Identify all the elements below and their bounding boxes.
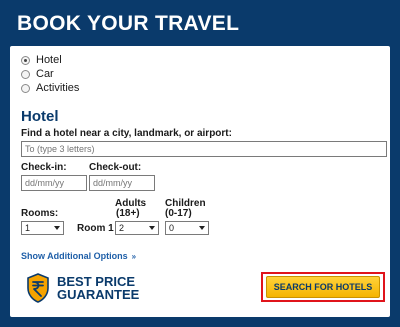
children-value: 0: [169, 223, 175, 233]
rooms-label: Rooms:: [21, 208, 59, 219]
location-input[interactable]: [21, 141, 387, 157]
children-dropdown-arrow-icon: [199, 226, 205, 230]
guarantee-text: BEST PRICE GUARANTEE: [57, 275, 139, 301]
rooms-select[interactable]: 1: [21, 221, 64, 235]
rupee-badge-icon: [27, 273, 49, 303]
radio-activities[interactable]: [21, 83, 30, 93]
location-label: Find a hotel near a city, landmark, or a…: [21, 128, 232, 139]
radio-activities-label: Activities: [36, 82, 80, 94]
radio-option-car[interactable]: Car: [21, 68, 54, 80]
adults-select[interactable]: 2: [115, 221, 159, 235]
radio-car[interactable]: [21, 69, 30, 79]
radio-hotel-label: Hotel: [36, 54, 62, 66]
rooms-dropdown-arrow-icon: [54, 226, 60, 230]
adults-value: 2: [119, 223, 125, 233]
search-panel: Hotel Car Activities Hotel Find a hotel …: [10, 46, 390, 317]
double-chevron-down-icon: »: [131, 251, 137, 261]
hotel-heading: Hotel: [21, 108, 59, 125]
room-1-label: Room 1: [77, 223, 114, 234]
children-select[interactable]: 0: [165, 221, 209, 235]
show-additional-options-label: Show Additional Options: [21, 251, 128, 261]
book-travel-widget: BOOK YOUR TRAVEL Hotel Car Activities Ho…: [0, 0, 400, 327]
best-price-guarantee: BEST PRICE GUARANTEE: [25, 273, 139, 303]
radio-hotel[interactable]: [21, 55, 30, 65]
radio-car-label: Car: [36, 68, 54, 80]
widget-title: BOOK YOUR TRAVEL: [17, 12, 240, 35]
radio-option-hotel[interactable]: Hotel: [21, 54, 62, 66]
search-button-highlight: SEARCH FOR HOTELS: [261, 272, 385, 302]
show-additional-options-link[interactable]: Show Additional Options »: [21, 251, 136, 261]
children-sub-label: (0-17): [165, 208, 192, 219]
checkout-label: Check-out:: [89, 162, 142, 173]
adults-sub-label: (18+): [116, 208, 140, 219]
checkout-input[interactable]: [89, 175, 155, 191]
radio-option-activities[interactable]: Activities: [21, 82, 79, 94]
search-for-hotels-button[interactable]: SEARCH FOR HOTELS: [266, 276, 380, 298]
guarantee-line-2: GUARANTEE: [57, 287, 140, 302]
rooms-value: 1: [25, 223, 31, 233]
checkin-input[interactable]: [21, 175, 87, 191]
adults-dropdown-arrow-icon: [149, 226, 155, 230]
checkin-label: Check-in:: [21, 162, 67, 173]
